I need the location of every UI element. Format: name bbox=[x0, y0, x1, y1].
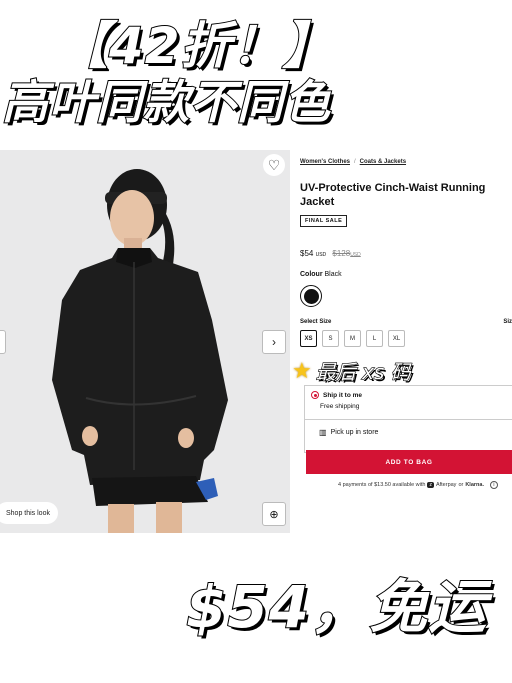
sale-price-currency: USD bbox=[315, 252, 327, 258]
divider bbox=[305, 419, 512, 420]
installments-text: 4 payments of $13.50 available with bbox=[338, 482, 426, 488]
radio-selected-icon[interactable] bbox=[311, 391, 319, 399]
or-label: or bbox=[458, 482, 464, 488]
sticker-text: 最后 xs 码 bbox=[315, 359, 411, 384]
afterpay-label[interactable]: Afterpay bbox=[436, 482, 456, 488]
original-price: $128USD bbox=[332, 249, 360, 258]
headline-bottom: $54，免运 bbox=[185, 572, 488, 642]
select-size-label: Select Size bbox=[300, 319, 332, 325]
product-info-panel: Women's Clothes / Coats & Jackets UV-Prote… bbox=[300, 150, 512, 533]
size-option-m[interactable]: M bbox=[344, 330, 361, 347]
breadcrumb-separator: / bbox=[354, 159, 356, 165]
sale-price: $54 bbox=[300, 249, 314, 258]
swatch-fill bbox=[303, 288, 319, 304]
model-illustration bbox=[52, 169, 228, 533]
afterpay-logo-icon: z bbox=[427, 482, 434, 488]
info-icon[interactable]: i bbox=[489, 481, 498, 489]
colour-value: Black bbox=[324, 271, 342, 278]
colour-label: Colour Black bbox=[300, 271, 342, 278]
price-block: $54 USD $128USD bbox=[300, 249, 361, 258]
zoom-icon[interactable]: ⊕ bbox=[262, 502, 286, 526]
product-title: UV-Protective Cinch-Waist Running Jacket bbox=[300, 182, 486, 208]
size-option-xl[interactable]: XL bbox=[388, 330, 405, 347]
ship-it-to-me-label: Ship it to me bbox=[323, 391, 362, 399]
breadcrumb: Women's Clothes / Coats & Jackets bbox=[300, 159, 406, 165]
colour-swatch-black[interactable] bbox=[300, 285, 322, 307]
last-xs-sticker: ★ 最后 xs 码 bbox=[292, 356, 411, 385]
product-page-screenshot: ♡ › Shop this look ⊕ Women's Clothes / Coa… bbox=[0, 150, 512, 533]
next-image-arrow-icon[interactable]: › bbox=[262, 330, 286, 354]
product-photo: ♡ › Shop this look ⊕ bbox=[0, 150, 290, 533]
size-option-xs[interactable]: XS bbox=[300, 330, 317, 347]
size-options: XS S M L XL bbox=[300, 330, 405, 347]
add-to-bag-button[interactable]: ADD TO BAG bbox=[306, 450, 512, 474]
wishlist-heart-icon[interactable]: ♡ bbox=[263, 154, 285, 176]
colour-label-title: Colour bbox=[300, 271, 323, 278]
prev-image-arrow-icon[interactable] bbox=[0, 330, 6, 354]
star-icon: ★ bbox=[292, 357, 312, 383]
original-price-currency: USD bbox=[350, 252, 361, 258]
original-price-value: $128 bbox=[332, 249, 351, 258]
fulfillment-options: Ship it to me Free shipping ▥ Pick up in… bbox=[304, 385, 512, 453]
shop-this-look-label: Shop this look bbox=[6, 509, 50, 517]
breadcrumb-coats-jackets[interactable]: Coats & Jackets bbox=[360, 159, 406, 165]
shop-this-look-button[interactable]: Shop this look bbox=[0, 502, 58, 524]
size-guide-link[interactable]: Siz bbox=[503, 319, 512, 325]
free-shipping-label: Free shipping bbox=[320, 403, 360, 410]
headline-sub: 高叶同款不同色 bbox=[1, 74, 331, 130]
installments-info: 4 payments of $13.50 available with z Af… bbox=[338, 481, 498, 489]
size-option-l[interactable]: L bbox=[366, 330, 383, 347]
pick-up-in-store-option[interactable]: ▥ Pick up in store bbox=[319, 428, 378, 437]
pick-up-in-store-label: Pick up in store bbox=[330, 429, 379, 436]
size-option-s[interactable]: S bbox=[322, 330, 339, 347]
store-icon: ▥ bbox=[319, 428, 327, 437]
final-sale-badge: FINAL SALE bbox=[300, 215, 348, 227]
radio-dot bbox=[313, 393, 317, 397]
ship-it-to-me-option[interactable]: Ship it to me bbox=[311, 391, 362, 399]
klarna-label[interactable]: Klarna. bbox=[465, 482, 484, 488]
breadcrumb-womens-clothes[interactable]: Women's Clothes bbox=[300, 159, 350, 165]
